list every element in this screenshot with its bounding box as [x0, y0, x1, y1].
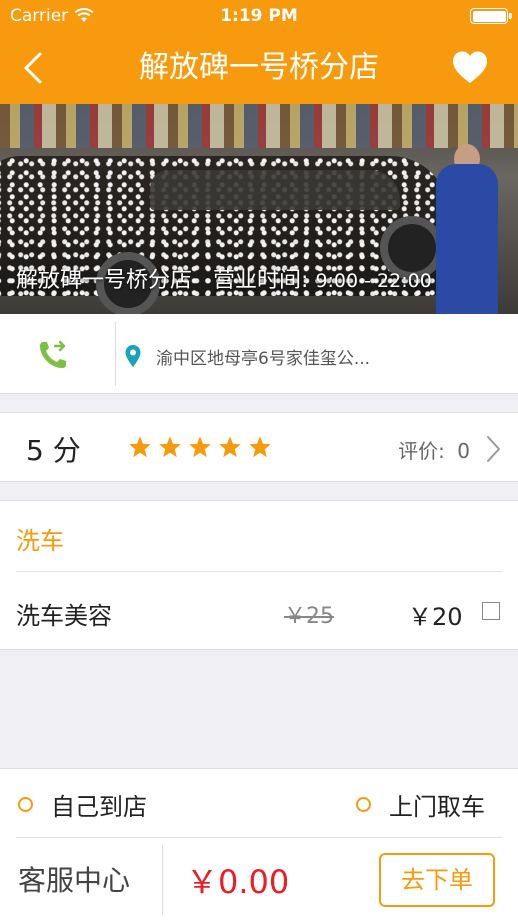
place-order-button[interactable]: 去下单 [379, 853, 495, 907]
service-price: ￥20 [408, 603, 463, 631]
battery-icon [470, 8, 512, 24]
service-old-price: ￥25 [284, 604, 334, 629]
service-checkbox[interactable] [482, 602, 500, 620]
map-pin-icon [125, 345, 141, 367]
phone-forward-icon[interactable] [36, 338, 70, 372]
chevron-left-icon[interactable] [16, 50, 52, 86]
nav-bar: 解放碑一号桥分店 [0, 32, 518, 104]
option-self-label: 自己到店 [51, 793, 147, 821]
service-name: 洗车美容 [16, 602, 112, 630]
contact-divider [115, 322, 116, 386]
service-card: 洗车 洗车美容 ￥25 ￥20 [0, 500, 518, 650]
store-photo: 解放碑一号桥分店 营业时间: 9:00 - 22:00 [0, 104, 518, 314]
status-time: 1:19 PM [220, 6, 298, 26]
hours-value: 9:00 - 22:00 [315, 270, 432, 292]
store-caption: 解放碑一号桥分店 营业时间: 9:00 - 22:00 [16, 262, 432, 294]
bottom-bar: 自己到店 上门取车 客服中心 ￥0.00 去下单 [0, 768, 518, 920]
star-icon [249, 436, 271, 457]
bottom-vertical-divider [162, 845, 163, 915]
rating-stars [128, 435, 272, 459]
bottom-divider [16, 837, 502, 838]
radio-button[interactable] [356, 797, 371, 812]
status-bar: Carrier 1:19 PM [0, 0, 518, 32]
option-pickup-label: 上门取车 [389, 793, 485, 821]
review-label: 评价: [398, 439, 445, 463]
store-address[interactable]: 渝中区地母亭6号家佳玺公... [156, 344, 370, 369]
ceiling-lights [0, 104, 518, 148]
rating-row[interactable]: 5 分 评价: 0 [0, 412, 518, 482]
star-icon [219, 436, 241, 457]
customer-service-button[interactable]: 客服中心 [18, 859, 130, 899]
star-icon [129, 436, 151, 457]
option-pickup[interactable]: 上门取车 [356, 787, 485, 822]
radio-button[interactable] [18, 797, 33, 812]
service-divider [16, 571, 502, 572]
star-icon [159, 436, 181, 457]
star-icon [189, 436, 211, 457]
heart-icon[interactable] [450, 48, 490, 88]
car-window [150, 170, 400, 210]
service-category: 洗车 [16, 527, 64, 555]
chevron-right-icon[interactable] [482, 433, 504, 465]
store-name: 解放碑一号桥分店 [16, 268, 193, 293]
page-title: 解放碑一号桥分店 [139, 50, 379, 85]
review-summary: 评价: 0 [398, 435, 470, 464]
option-self-visit[interactable]: 自己到店 [18, 787, 147, 822]
contact-row: 渝中区地母亭6号家佳玺公... [0, 314, 518, 394]
total-price: ￥0.00 [186, 863, 290, 901]
hours-label: 营业时间: [213, 268, 309, 293]
review-count: 0 [457, 439, 470, 463]
rating-score: 5 分 [26, 434, 81, 467]
worker-figure [436, 164, 498, 314]
